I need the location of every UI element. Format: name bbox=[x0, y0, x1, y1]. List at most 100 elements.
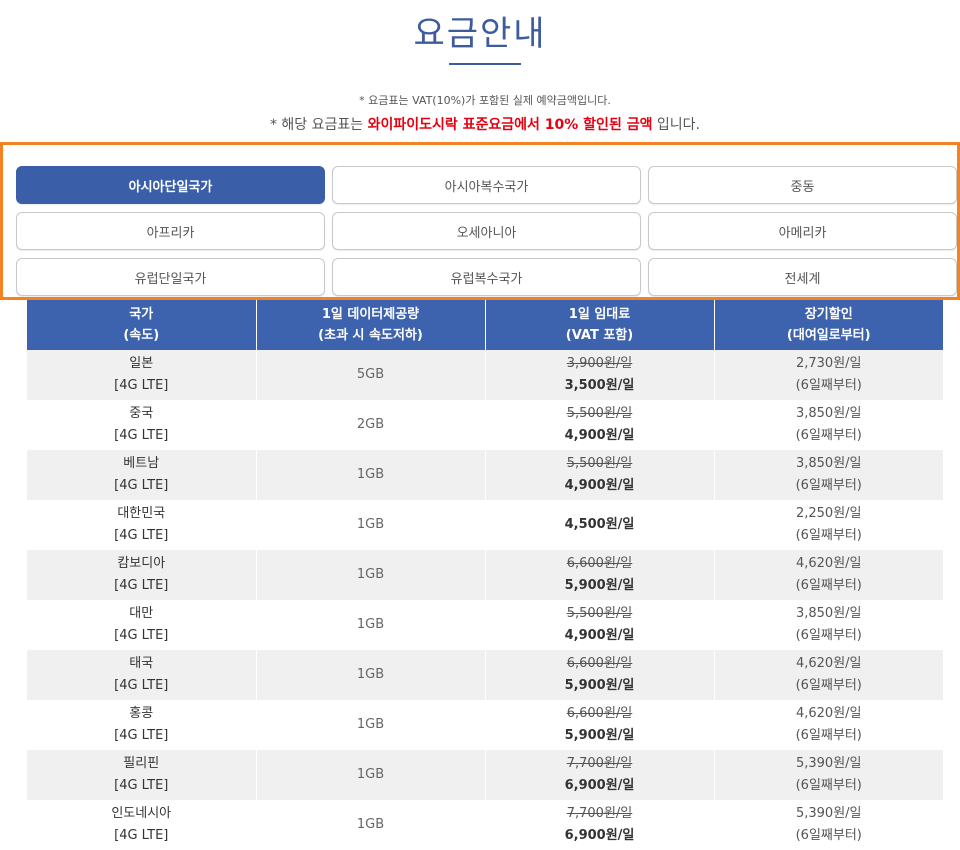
header-long-sub: (대여일로부터) bbox=[786, 328, 871, 343]
long-price: 4,620원/일 bbox=[795, 656, 862, 671]
country-cell: 중국 [4G LTE] bbox=[27, 400, 257, 450]
data-cell: 2GB bbox=[256, 400, 486, 450]
long-condition: (6일째부터) bbox=[795, 628, 862, 643]
original-price: 5,500원/일 bbox=[566, 606, 633, 621]
sale-price: 4,900원/일 bbox=[564, 628, 635, 643]
price-cell: 5,500원/일 4,900원/일 bbox=[485, 400, 715, 450]
long-discount-cell: 5,390원/일 (6일째부터) bbox=[714, 800, 943, 850]
data-amount: 1GB bbox=[356, 767, 385, 782]
data-cell: 1GB bbox=[256, 500, 486, 550]
discount-note-highlight: 와이파이도시락 표준요금에서 10% 할인된 금액 bbox=[367, 117, 653, 133]
tab-europe-single[interactable]: 유럽단일국가 bbox=[16, 258, 325, 296]
long-condition: (6일째부터) bbox=[795, 528, 862, 543]
price-cell: 6,600원/일 5,900원/일 bbox=[485, 550, 715, 600]
title-underline bbox=[449, 63, 521, 65]
country-name: 베트남 bbox=[123, 456, 160, 471]
region-tab-panel: 아시아단일국가 아시아복수국가 중동 아프리카 오세아니아 아메리카 유럽단일국… bbox=[0, 142, 960, 300]
long-condition: (6일째부터) bbox=[795, 728, 862, 743]
header-price-label: 1일 임대료 bbox=[568, 307, 631, 322]
country-name: 대만 bbox=[129, 606, 154, 621]
long-price: 4,620원/일 bbox=[795, 706, 862, 721]
data-amount: 1GB bbox=[356, 817, 385, 832]
country-cell: 필리핀 [4G LTE] bbox=[27, 750, 257, 800]
network-speed: [4G LTE] bbox=[114, 528, 169, 543]
data-cell: 1GB bbox=[256, 700, 486, 750]
header-long-label: 장기할인 bbox=[804, 307, 853, 322]
country-cell: 캄보디아 [4G LTE] bbox=[27, 550, 257, 600]
sale-price: 4,500원/일 bbox=[564, 517, 635, 532]
data-amount: 1GB bbox=[356, 667, 385, 682]
long-condition: (6일째부터) bbox=[795, 678, 862, 693]
tab-asia-single[interactable]: 아시아단일국가 bbox=[16, 166, 325, 204]
country-name: 중국 bbox=[129, 406, 154, 421]
long-price: 4,620원/일 bbox=[795, 556, 862, 571]
data-amount: 1GB bbox=[356, 617, 385, 632]
tab-oceania[interactable]: 오세아니아 bbox=[332, 212, 641, 250]
long-discount-cell: 4,620원/일 (6일째부터) bbox=[714, 700, 943, 750]
long-discount-cell: 4,620원/일 (6일째부터) bbox=[714, 650, 943, 700]
data-cell: 1GB bbox=[256, 750, 486, 800]
tab-europe-multi[interactable]: 유럽복수국가 bbox=[332, 258, 641, 296]
country-cell: 태국 [4G LTE] bbox=[27, 650, 257, 700]
long-price: 3,850원/일 bbox=[795, 406, 862, 421]
tab-middle-east[interactable]: 중동 bbox=[648, 166, 957, 204]
network-speed: [4G LTE] bbox=[114, 778, 169, 793]
network-speed: [4G LTE] bbox=[114, 628, 169, 643]
discount-note-prefix: * 해당 요금표는 bbox=[269, 117, 368, 133]
original-price: 6,600원/일 bbox=[566, 656, 633, 671]
discount-note: * 해당 요금표는 와이파이도시락 표준요금에서 10% 할인된 금액 입니다. bbox=[0, 114, 960, 134]
long-price: 3,850원/일 bbox=[795, 456, 862, 471]
header-price-sub: (VAT 포함) bbox=[565, 328, 634, 343]
sale-price: 5,900원/일 bbox=[564, 578, 635, 593]
price-cell: 6,600원/일 5,900원/일 bbox=[485, 650, 715, 700]
header-country-label: 국가 bbox=[129, 307, 154, 322]
tab-asia-multi[interactable]: 아시아복수국가 bbox=[332, 166, 641, 204]
network-speed: [4G LTE] bbox=[114, 378, 169, 393]
header-country: 국가 (속도) bbox=[27, 300, 257, 350]
country-cell: 베트남 [4G LTE] bbox=[27, 450, 257, 500]
table-row: 필리핀 [4G LTE] 1GB 7,700원/일 6,900원/일 5,390원/일 (6… bbox=[27, 750, 943, 800]
long-price: 2,250원/일 bbox=[795, 506, 862, 521]
long-price: 2,730원/일 bbox=[795, 356, 862, 371]
tab-america[interactable]: 아메리카 bbox=[648, 212, 957, 250]
table-row: 중국 [4G LTE] 2GB 5,500원/일 4,900원/일 3,850원/일 (6일… bbox=[27, 400, 943, 450]
original-price: 5,500원/일 bbox=[566, 406, 633, 421]
data-amount: 1GB bbox=[356, 517, 385, 532]
long-discount-cell: 3,850원/일 (6일째부터) bbox=[714, 400, 943, 450]
price-cell: 6,600원/일 5,900원/일 bbox=[485, 700, 715, 750]
page-title: 요금안내 bbox=[413, 14, 547, 54]
long-discount-cell: 3,850원/일 (6일째부터) bbox=[714, 600, 943, 650]
header-data-sub: (초과 시 속도저하) bbox=[318, 328, 423, 343]
header-data: 1일 데이터제공량 (초과 시 속도저하) bbox=[256, 300, 486, 350]
country-name: 홍콩 bbox=[129, 706, 154, 721]
country-cell: 대만 [4G LTE] bbox=[27, 600, 257, 650]
long-condition: (6일째부터) bbox=[795, 778, 862, 793]
country-name: 필리핀 bbox=[123, 756, 160, 771]
network-speed: [4G LTE] bbox=[114, 728, 169, 743]
data-cell: 1GB bbox=[256, 600, 486, 650]
sale-price: 6,900원/일 bbox=[564, 828, 635, 843]
data-amount: 2GB bbox=[356, 417, 385, 432]
data-cell: 1GB bbox=[256, 650, 486, 700]
tab-worldwide[interactable]: 전세계 bbox=[648, 258, 957, 296]
sale-price: 5,900원/일 bbox=[564, 728, 635, 743]
country-cell: 인도네시아 [4G LTE] bbox=[27, 800, 257, 850]
network-speed: [4G LTE] bbox=[114, 828, 169, 843]
country-name: 대한민국 bbox=[117, 506, 166, 521]
country-name: 일본 bbox=[129, 356, 154, 371]
tab-africa[interactable]: 아프리카 bbox=[16, 212, 325, 250]
sale-price: 4,900원/일 bbox=[564, 478, 635, 493]
vat-note: * 요금표는 VAT(10%)가 포함된 실제 예약금액입니다. bbox=[359, 94, 611, 107]
data-amount: 5GB bbox=[356, 367, 385, 382]
long-discount-cell: 5,390원/일 (6일째부터) bbox=[714, 750, 943, 800]
long-condition: (6일째부터) bbox=[795, 478, 862, 493]
price-cell: 5,500원/일 4,900원/일 bbox=[485, 450, 715, 500]
data-amount: 1GB bbox=[356, 467, 385, 482]
original-price: 6,600원/일 bbox=[566, 556, 633, 571]
table-row: 대만 [4G LTE] 1GB 5,500원/일 4,900원/일 3,850원/일 (6일… bbox=[27, 600, 943, 650]
long-condition: (6일째부터) bbox=[795, 578, 862, 593]
table-row: 인도네시아 [4G LTE] 1GB 7,700원/일 6,900원/일 5,390원/일… bbox=[27, 800, 943, 850]
data-cell: 1GB bbox=[256, 800, 486, 850]
long-condition: (6일째부터) bbox=[795, 828, 862, 843]
original-price: 3,900원/일 bbox=[566, 356, 633, 371]
